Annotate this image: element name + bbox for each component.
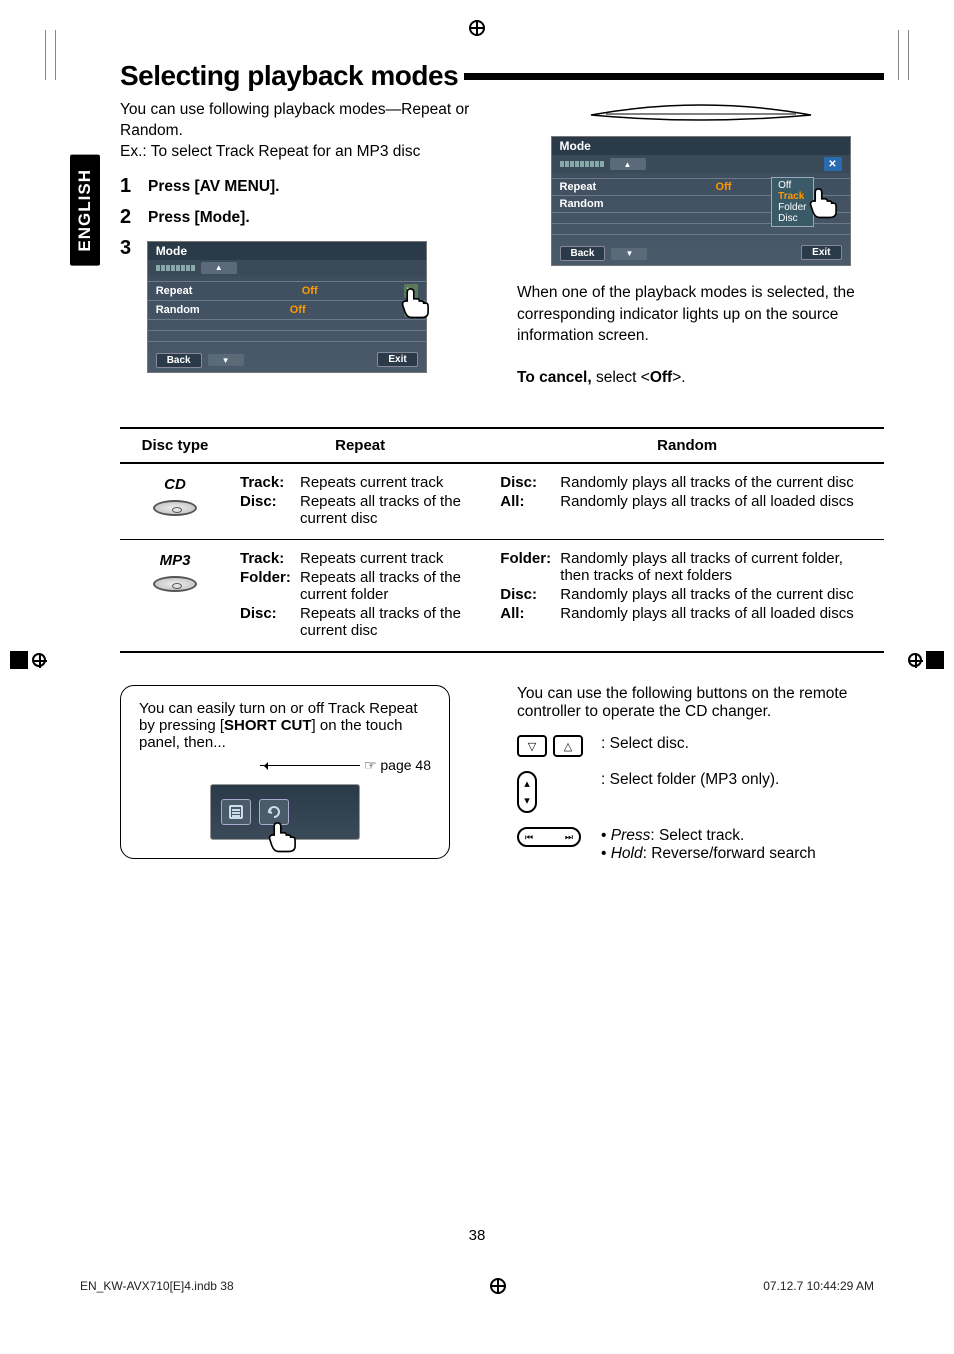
footer-filename: EN_KW-AVX710[E]4.indb 38 (80, 1279, 234, 1293)
back-button[interactable]: Back (156, 353, 202, 368)
step-1-text: Press [AV MENU]. (148, 175, 280, 196)
selected-mode-text: When one of the playback modes is select… (517, 282, 884, 347)
up-triangle-button[interactable]: △ (553, 735, 583, 757)
shortcut-tip-box: You can easily turn on or off Track Repe… (120, 685, 450, 859)
random-label: Random (156, 304, 216, 316)
th-repeat: Repeat (230, 428, 490, 463)
disc-slot-graphic (586, 100, 816, 130)
close-icon[interactable]: ✕ (824, 157, 842, 171)
guide (45, 30, 46, 80)
registration-mark-right (904, 640, 944, 680)
repeat-label: Repeat (156, 285, 216, 297)
registration-mark-left (10, 640, 50, 680)
intro-text-1: You can use following playback modes—Rep… (120, 100, 487, 142)
list-icon[interactable] (221, 799, 251, 825)
th-disc-type: Disc type (120, 428, 230, 463)
prev-next-button[interactable]: ⏮⏭ (517, 827, 581, 847)
th-random: Random (490, 428, 884, 463)
scroll-up-button[interactable]: ▲ (201, 262, 237, 274)
mode-panel-dropdown: Mode ▲ ✕ Repeat Off (551, 136, 851, 266)
panel-track-indicator: ▲ ✕ (552, 155, 850, 173)
folder-rocker-button[interactable]: ▴▾ (517, 771, 537, 813)
guide (898, 30, 899, 80)
touch-panel-graphic (210, 784, 360, 840)
mode-panel-initial: Mode ▲ Repeat Off (147, 241, 427, 373)
down-triangle-button[interactable]: ▽ (517, 735, 547, 757)
shortcut-text: You can easily turn on or off Track Repe… (139, 700, 431, 751)
crop-mark-top (469, 20, 485, 36)
page-title: Selecting playback modes (120, 60, 884, 92)
step-1: Press [AV MENU]. (120, 175, 487, 198)
table-row-mp3: MP3 Track:Repeats current track Folder:R… (120, 540, 884, 653)
remote-intro: You can use the following buttons on the… (517, 685, 884, 721)
title-text: Selecting playback modes (120, 60, 458, 92)
cancel-label: To cancel, (517, 369, 592, 386)
random-value: Off (216, 304, 380, 316)
scroll-down-button[interactable]: ▼ (208, 354, 244, 366)
repeat-label: Repeat (560, 181, 620, 193)
panel-title: Mode (148, 242, 426, 260)
pointing-hand-icon (802, 179, 846, 223)
footer-timestamp: 07.12.7 10:44:29 AM (763, 1279, 874, 1293)
page-reference: ☞ page 48 (139, 757, 431, 774)
repeat-row[interactable]: Repeat Off ▶ (148, 283, 426, 299)
guide (908, 30, 909, 80)
guide (55, 30, 56, 80)
exit-button[interactable]: Exit (377, 352, 417, 367)
print-footer: EN_KW-AVX710[E]4.indb 38 07.12.7 10:44:2… (80, 1278, 874, 1294)
remote-row-disc: ▽ △ : Select disc. (517, 735, 884, 757)
cancel-off: Off (650, 369, 672, 386)
panel-title: Mode (552, 137, 850, 155)
step-3: Mode ▲ Repeat Off (120, 237, 487, 373)
pointing-hand-icon (261, 813, 305, 857)
step-2: Press [Mode]. (120, 206, 487, 229)
language-tab: ENGLISH (70, 155, 100, 266)
arrow-left-icon (260, 762, 360, 770)
cd-disc-icon: CD (147, 480, 203, 516)
scroll-down-button[interactable]: ▼ (611, 248, 647, 260)
page-number: 38 (0, 1227, 954, 1244)
random-label: Random (560, 198, 620, 210)
mp3-disc-icon: MP3 (147, 556, 203, 592)
back-button[interactable]: Back (560, 246, 606, 261)
scroll-up-button[interactable]: ▲ (610, 158, 646, 170)
intro-text-2: Ex.: To select Track Repeat for an MP3 d… (120, 142, 487, 163)
remote-row-folder: ▴▾ : Select folder (MP3 only). (517, 771, 884, 813)
repeat-value: Off (216, 285, 404, 297)
step-2-text: Press [Mode]. (148, 206, 250, 227)
playback-modes-table: Disc type Repeat Random CD Track:Repeats… (120, 427, 884, 653)
title-rule (464, 73, 884, 80)
table-row-cd: CD Track:Repeats current track Disc:Repe… (120, 463, 884, 540)
remote-row-track: ⏮⏭ • Press: Select track. • Hold: Revers… (517, 827, 884, 863)
panel-track-indicator: ▲ (148, 260, 426, 276)
pointing-hand-icon (394, 279, 438, 323)
random-row[interactable]: Random Off ▶ (148, 302, 426, 318)
exit-button[interactable]: Exit (801, 245, 841, 260)
cancel-text: To cancel, select <Off>. (517, 369, 884, 387)
registration-mark-bottom (490, 1278, 506, 1294)
